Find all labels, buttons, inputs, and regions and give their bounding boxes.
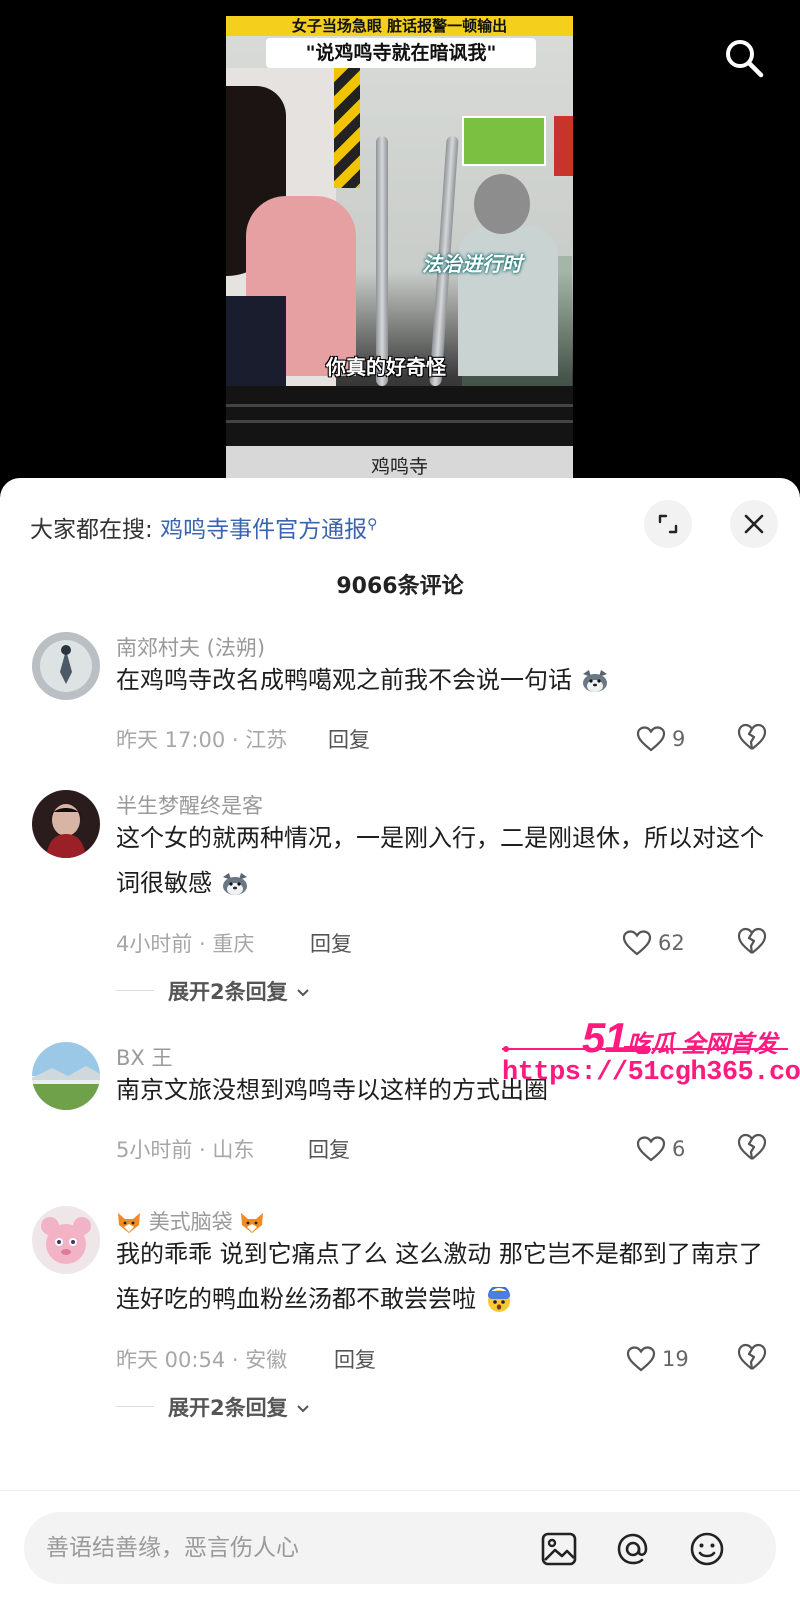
video-scene-woman-head-blurred [474, 174, 530, 234]
video-headline-sub: "说鸡鸣寺就在暗讽我" [266, 38, 536, 68]
dislike-button[interactable] [736, 722, 768, 756]
comment-text-content: 我的乖乖 说到它痛点了么 这么激动 那它岂不是都到了南京了 连好吃的鸭血粉丝汤都… [116, 1240, 763, 1313]
comment-text: 我的乖乖 说到它痛点了么 这么激动 那它岂不是都到了南京了 连好吃的鸭血粉丝汤都… [116, 1232, 768, 1322]
video-caption: 你真的好奇怪 [326, 355, 446, 379]
avatar[interactable] [32, 1042, 100, 1110]
video-scene-floor-line [226, 404, 573, 407]
at-sign-icon [617, 1533, 648, 1565]
watermark-circuit-line [502, 1046, 788, 1052]
expand-replies-label: 展开2条回复 [168, 980, 288, 1004]
close-panel-button[interactable] [730, 500, 778, 548]
broken-heart-icon [737, 723, 767, 750]
video-scene-sign-red [554, 116, 573, 176]
watermark-brand-number: 51 [582, 1014, 628, 1061]
expand-panel-button[interactable] [644, 500, 692, 548]
reply-button[interactable]: 回复 [328, 724, 370, 754]
video-scene-sign [462, 116, 546, 166]
comment-time-location: 昨天 17:00 · 江苏 [116, 728, 288, 752]
reply-button[interactable]: 回复 [334, 1344, 376, 1374]
video-bottom-caption: 鸡鸣寺 [370, 456, 428, 478]
heart-icon [622, 930, 652, 956]
image-icon [541, 1532, 577, 1566]
broken-heart-icon [737, 927, 767, 954]
video-headline: 女子当场急眼 脏话报警一顿输出 [226, 16, 573, 36]
input-divider [0, 1490, 800, 1491]
video-scene-floor [226, 386, 573, 446]
like-count: 62 [658, 931, 685, 955]
heart-icon [636, 1136, 666, 1162]
like-count: 6 [672, 1137, 686, 1161]
expand-replies-button[interactable]: 展开2条回复 [168, 1392, 311, 1422]
comment-time-location: 4小时前 · 重庆 [116, 932, 255, 956]
like-count: 9 [672, 727, 686, 751]
comment-text: 这个女的就两种情况，一是刚入行，二是刚退休，所以对这个词很敏感 [116, 816, 768, 906]
comment-author-name: 美式脑袋 [148, 1210, 233, 1234]
watermark-url: https://51cgh365.com [502, 1058, 800, 1088]
chevron-down-icon [297, 1405, 309, 1413]
avatar[interactable] [32, 1206, 100, 1274]
video-scene-pole [376, 136, 388, 386]
dislike-button[interactable] [736, 1132, 768, 1166]
watermark-brand: 51吃瓜 全网首发 [582, 1014, 777, 1062]
expand-icon [658, 514, 678, 534]
comment-text-content: 这个女的就两种情况，一是刚入行，二是刚退休，所以对这个词很敏感 [116, 824, 764, 897]
expand-replies-button[interactable]: 展开2条回复 [168, 976, 311, 1006]
dislike-button[interactable] [736, 926, 768, 960]
smiley-icon [690, 1532, 724, 1566]
video-frame[interactable]: 女子当场急眼 脏话报警一顿输出 "说鸡鸣寺就在暗讽我" 法治进行时 你真的好奇怪… [226, 16, 573, 480]
husky-emoji-icon [222, 873, 247, 895]
dislike-button[interactable] [736, 1342, 768, 1376]
expand-replies-label: 展开2条回复 [168, 1396, 288, 1420]
fox-emoji-icon [116, 1210, 149, 1234]
search-button[interactable] [722, 36, 766, 80]
comment-time-location: 昨天 00:54 · 安徽 [116, 1348, 288, 1372]
comment-time-location: 5小时前 · 山东 [116, 1138, 255, 1162]
like-button[interactable]: 62 [622, 926, 702, 960]
video-scene-person-top [226, 296, 286, 386]
expand-divider [116, 990, 154, 991]
trending-keyword-link[interactable]: 鸡鸣寺事件官方通报 [160, 517, 367, 543]
husky-emoji-icon [582, 670, 607, 692]
chevron-down-icon [297, 989, 309, 997]
expand-divider [116, 1406, 154, 1407]
video-player[interactable]: 女子当场急眼 脏话报警一顿输出 "说鸡鸣寺就在暗讽我" 法治进行时 你真的好奇怪… [0, 0, 800, 480]
comment-text-content: 在鸡鸣寺改名成鸭噶观之前我不会说一句话 [116, 666, 572, 694]
fox-emoji-icon [233, 1210, 266, 1234]
broken-heart-icon [737, 1343, 767, 1370]
trending-search[interactable]: 大家都在搜: 鸡鸣寺事件官方通报⚲ [30, 510, 377, 544]
avatar[interactable] [32, 790, 100, 858]
mention-button[interactable] [614, 1530, 652, 1568]
search-icon [726, 40, 764, 78]
like-button[interactable]: 6 [636, 1132, 716, 1166]
like-button[interactable]: 19 [626, 1342, 706, 1376]
like-count: 19 [662, 1347, 689, 1371]
close-icon [744, 514, 764, 534]
trending-label: 大家都在搜: [30, 517, 153, 543]
image-button[interactable] [540, 1530, 578, 1568]
heart-icon [626, 1346, 656, 1372]
video-scene-floor-line [226, 420, 573, 423]
scared-face-emoji-icon [487, 1287, 510, 1312]
comment-text: 在鸡鸣寺改名成鸭噶观之前我不会说一句话 [116, 658, 768, 703]
video-scene-stripe [334, 68, 360, 188]
avatar[interactable] [32, 632, 100, 700]
comment-input[interactable] [46, 1512, 546, 1584]
comment-count: 9066条评论 [336, 574, 464, 599]
like-button[interactable]: 9 [636, 722, 716, 756]
reply-button[interactable]: 回复 [308, 1134, 350, 1164]
reply-button[interactable]: 回复 [310, 928, 352, 958]
video-overlay-logo: 法治进行时 [422, 252, 522, 276]
small-search-icon: ⚲ [367, 516, 378, 533]
broken-heart-icon [737, 1133, 767, 1160]
comment-input-bar [24, 1512, 776, 1584]
emoji-button[interactable] [688, 1530, 726, 1568]
heart-icon [636, 726, 666, 752]
